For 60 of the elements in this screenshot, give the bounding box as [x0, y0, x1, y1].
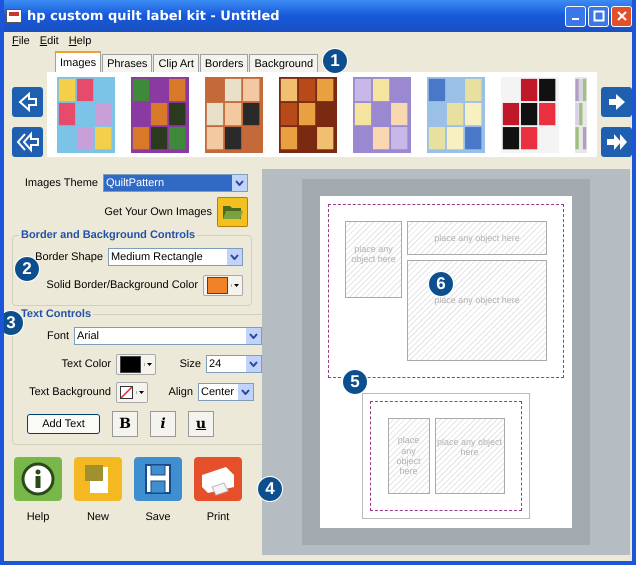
bold-button[interactable]: B	[112, 411, 138, 437]
next-button[interactable]	[601, 87, 632, 117]
print-button[interactable]	[194, 457, 242, 501]
previous-button[interactable]	[12, 87, 43, 117]
menu-item[interactable]: File	[12, 35, 30, 47]
callout-number: 4	[257, 476, 283, 502]
tab[interactable]: Images	[55, 51, 102, 72]
button-label: Save	[145, 511, 171, 523]
color-picker[interactable]	[116, 354, 156, 374]
field-label: Solid Border/Background Color	[46, 279, 198, 291]
maximize-icon	[592, 10, 604, 22]
field-label: Text Color	[60, 358, 111, 370]
button-label: Print	[206, 511, 230, 523]
left-arrow-icon	[16, 91, 38, 113]
tab[interactable]: Phrases	[102, 54, 152, 72]
close-button[interactable]	[611, 6, 632, 26]
caret-icon	[147, 362, 152, 366]
field-label: Size	[178, 358, 201, 370]
caret-icon	[234, 284, 239, 286]
minimize-button[interactable]	[565, 6, 586, 26]
maximize-button[interactable]	[588, 6, 609, 26]
open-folder-button[interactable]	[217, 197, 248, 227]
menu-item[interactable]: Help	[68, 35, 92, 47]
italic-button[interactable]: i	[150, 411, 176, 437]
double-left-arrow-icon	[16, 131, 40, 153]
theme-dropdown[interactable]: QuiltPattern	[103, 174, 248, 192]
save-button[interactable]	[134, 457, 182, 501]
info-icon	[20, 461, 56, 497]
add-text-button[interactable]: Add Text	[27, 414, 100, 434]
field-label: Align	[168, 386, 193, 398]
no-color-icon	[120, 386, 133, 398]
field-label: Font	[46, 330, 69, 342]
section-title: Border and Background Controls	[20, 229, 196, 241]
field-label: Text Background	[28, 386, 111, 398]
field-label: Images Theme	[24, 177, 98, 189]
font-dropdown[interactable]: Arial	[74, 327, 262, 345]
callout-number: 1	[322, 48, 348, 74]
align-dropdown[interactable]: Center	[198, 383, 254, 401]
folder-icon	[222, 203, 244, 221]
tab[interactable]: Background	[249, 54, 318, 72]
color-picker[interactable]	[203, 274, 243, 296]
last-button[interactable]	[601, 127, 632, 157]
size-dropdown[interactable]: 24	[206, 355, 262, 373]
field-label: Get Your Own Images	[104, 206, 212, 218]
button-label: Help	[26, 511, 50, 523]
help-button[interactable]	[14, 457, 62, 501]
underline-button[interactable]: u	[188, 411, 214, 437]
color-picker[interactable]	[116, 382, 148, 402]
app-icon	[6, 9, 22, 23]
caret-icon	[139, 390, 144, 394]
first-button[interactable]	[12, 127, 43, 157]
tab[interactable]: Clip Art	[153, 54, 199, 72]
tab[interactable]: Borders	[200, 54, 248, 72]
border-shape-dropdown[interactable]: Medium Rectangle	[108, 248, 243, 266]
window-title: hp custom quilt label kit - Untitled	[27, 8, 281, 24]
menu-item[interactable]: Edit	[40, 35, 59, 47]
button-label: New	[86, 511, 109, 523]
close-icon	[616, 10, 628, 22]
new-button[interactable]	[74, 457, 122, 501]
minimize-icon	[572, 18, 579, 20]
